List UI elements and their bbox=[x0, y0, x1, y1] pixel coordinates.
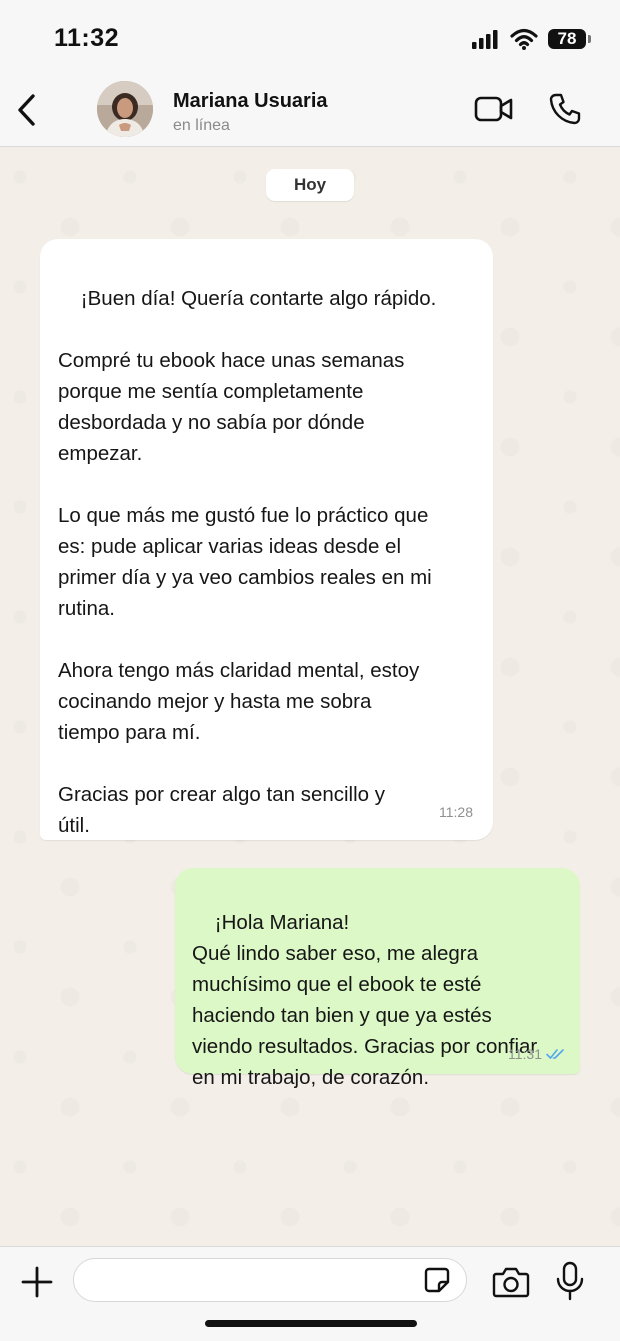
message-text: ¡Hola Mariana! Qué lindo saber eso, me a… bbox=[192, 911, 538, 1089]
chat-header: Mariana Usuaria en línea bbox=[0, 78, 620, 147]
outgoing-message[interactable]: ¡Hola Mariana! Qué lindo saber eso, me a… bbox=[175, 868, 580, 1089]
camera-button[interactable] bbox=[492, 1265, 530, 1299]
contact-name[interactable]: Mariana Usuaria bbox=[173, 90, 328, 113]
contact-photo bbox=[97, 81, 153, 137]
camera-icon bbox=[492, 1267, 530, 1298]
message-time: 11:28 bbox=[439, 804, 473, 820]
wifi-icon bbox=[510, 28, 538, 50]
chevron-left-icon bbox=[18, 94, 35, 126]
video-camera-icon bbox=[474, 96, 513, 122]
date-chip: Hoy bbox=[266, 169, 354, 201]
status-time: 11:32 bbox=[54, 24, 120, 52]
microphone-icon bbox=[556, 1261, 584, 1301]
input-bar bbox=[0, 1246, 620, 1341]
status-bar: 11:32 78 bbox=[0, 0, 620, 78]
attach-button[interactable] bbox=[20, 1265, 54, 1299]
voice-call-button[interactable] bbox=[548, 92, 582, 126]
sticker-button[interactable] bbox=[423, 1266, 451, 1294]
avatar[interactable] bbox=[97, 81, 153, 137]
home-indicator bbox=[205, 1320, 417, 1327]
chat-area[interactable]: Hoy ¡Buen día! Quería contarte algo rápi… bbox=[0, 147, 620, 1246]
cellular-signal-icon bbox=[472, 30, 498, 49]
message-time: 11:31 bbox=[508, 1046, 542, 1062]
video-call-button[interactable] bbox=[474, 94, 514, 124]
sticker-icon bbox=[424, 1267, 450, 1293]
message-text: ¡Buen día! Quería contarte algo rápido. … bbox=[58, 287, 437, 837]
status-icons: 78 bbox=[472, 28, 591, 50]
incoming-message[interactable]: ¡Buen día! Quería contarte algo rápido. … bbox=[40, 239, 493, 840]
phone-icon bbox=[549, 93, 581, 125]
microphone-button[interactable] bbox=[555, 1261, 585, 1301]
contact-status: en línea bbox=[173, 117, 230, 134]
battery-icon: 78 bbox=[548, 29, 591, 49]
battery-level: 78 bbox=[557, 29, 577, 48]
back-button[interactable] bbox=[14, 92, 42, 128]
plus-icon bbox=[21, 1266, 53, 1298]
message-input[interactable] bbox=[73, 1258, 467, 1302]
message-meta: 11:31 bbox=[508, 1046, 566, 1062]
double-check-icon bbox=[546, 1049, 564, 1059]
